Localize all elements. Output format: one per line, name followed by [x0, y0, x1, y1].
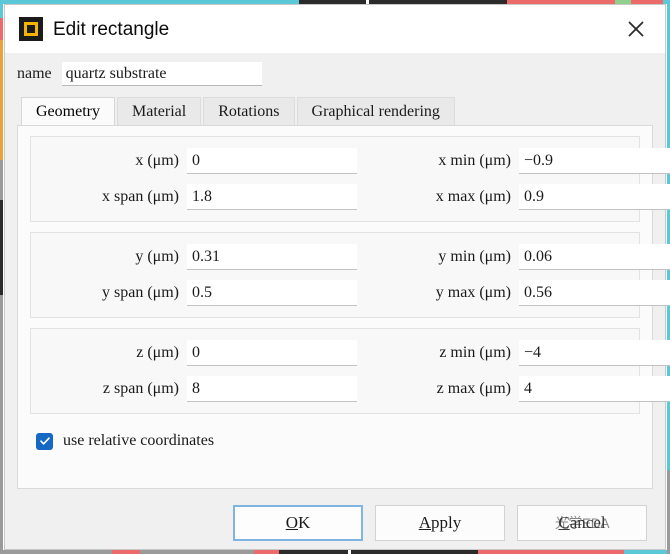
y-max-input[interactable]: [519, 280, 670, 306]
ok-label-rest: K: [298, 513, 311, 532]
dialog-title: Edit rectangle: [53, 18, 170, 40]
geometry-tab-panel: x (μm) x min (μm) x span (μm) x max (μm) y (…: [17, 125, 670, 489]
tab-label: Rotations: [218, 103, 280, 120]
field-cell-right: y max (μm): [369, 280, 670, 306]
tab-label: Material: [131, 103, 187, 120]
y-center-label: y (μm): [135, 248, 179, 265]
dialog-footer: OK Apply Cancel 光学EDA: [17, 497, 653, 549]
edge-segment: [623, 550, 670, 554]
field-cell-left: y span (μm): [39, 280, 369, 306]
check-icon: [39, 435, 51, 447]
field-row: y span (μm) y max (μm): [39, 275, 670, 311]
edge-artifact-left: [0, 0, 3, 554]
x-center-input[interactable]: [187, 148, 357, 174]
edge-segment: [111, 550, 141, 554]
edge-segment: [0, 40, 3, 160]
y-center-input[interactable]: [187, 244, 357, 270]
edge-artifact-bottom: [0, 550, 670, 554]
field-cell-right: x min (μm): [369, 148, 670, 174]
close-button[interactable]: [607, 5, 665, 53]
x-group: x (μm) x min (μm) x span (μm) x max (μm): [30, 136, 670, 222]
y-span-input[interactable]: [187, 280, 357, 306]
field-cell-left: y (μm): [39, 244, 369, 270]
dialog-titlebar: Edit rectangle: [5, 5, 665, 53]
y-min-input[interactable]: [519, 244, 670, 270]
edge-segment: [279, 550, 348, 554]
use-relative-coordinates-label: use relative coordinates: [63, 432, 215, 449]
field-cell-right: y min (μm): [369, 244, 670, 270]
apply-mnemonic: A: [418, 513, 432, 532]
rectangle-shape-icon: [19, 17, 43, 41]
field-cell-right: x max (μm): [369, 184, 670, 210]
z-span-input[interactable]: [187, 376, 357, 402]
field-row: y (μm) y min (μm): [39, 239, 670, 275]
tab-graphical-rendering[interactable]: Graphical rendering: [296, 97, 455, 125]
close-icon: [626, 19, 646, 39]
edge-segment: [0, 160, 3, 200]
ok-mnemonic: O: [285, 513, 298, 532]
use-relative-coordinates-row[interactable]: use relative coordinates: [30, 426, 640, 456]
apply-button[interactable]: Apply: [375, 505, 505, 541]
edge-segment: [347, 550, 351, 554]
edge-segment: [140, 550, 254, 554]
edge-segment: [0, 0, 3, 18]
z-min-label: z min (μm): [439, 344, 511, 361]
ok-button[interactable]: OK: [233, 505, 363, 541]
y-span-label: y span (μm): [101, 284, 179, 301]
field-cell-left: x (μm): [39, 148, 369, 174]
field-cell-left: x span (μm): [39, 184, 369, 210]
field-cell-left: z (μm): [39, 340, 369, 366]
name-row: name: [17, 53, 653, 95]
z-max-label: z max (μm): [436, 380, 511, 397]
y-min-label: y min (μm): [438, 248, 511, 265]
z-center-input[interactable]: [187, 340, 357, 366]
cancel-mnemonic: C: [558, 513, 570, 532]
geometry-groups: x (μm) x min (μm) x span (μm) x max (μm) y (…: [30, 136, 670, 424]
x-center-label: x (μm): [135, 152, 179, 169]
name-label: name: [17, 65, 52, 82]
name-input[interactable]: [61, 62, 262, 86]
z-group: z (μm) z min (μm) z span (μm) z max (μm): [30, 328, 670, 414]
y-max-label: y max (μm): [435, 284, 511, 301]
x-max-label: x max (μm): [435, 188, 511, 205]
field-cell-right: z min (μm): [369, 340, 670, 366]
cancel-button[interactable]: Cancel 光学EDA: [517, 505, 647, 541]
x-span-label: x span (μm): [101, 188, 179, 205]
tab-bar: Geometry Material Rotations Graphical rende…: [21, 95, 653, 125]
edge-segment: [477, 550, 624, 554]
x-min-input[interactable]: [519, 148, 670, 174]
x-max-input[interactable]: [519, 184, 670, 210]
edit-rectangle-dialog: Edit rectangle name Geometry Material Rota…: [4, 4, 670, 550]
field-row: z (μm) z min (μm): [39, 335, 670, 371]
tab-label: Graphical rendering: [311, 103, 440, 120]
field-row: z span (μm) z max (μm): [39, 371, 670, 407]
edge-segment: [350, 550, 478, 554]
cancel-label-rest: ancel: [569, 513, 606, 532]
y-group: y (μm) y min (μm) y span (μm) y max (μm): [30, 232, 670, 318]
edge-segment: [0, 18, 3, 40]
use-relative-coordinates-checkbox[interactable]: [36, 432, 53, 450]
edge-segment: [0, 295, 3, 554]
x-min-label: x min (μm): [438, 152, 511, 169]
field-row: x (μm) x min (μm): [39, 143, 670, 179]
edge-segment: [0, 550, 112, 554]
tab-material[interactable]: Material: [116, 97, 202, 125]
field-cell-right: z max (μm): [369, 376, 670, 402]
apply-label-rest: pply: [431, 513, 462, 532]
screenshot-root: Edit rectangle name Geometry Material Rota…: [0, 0, 670, 554]
x-span-input[interactable]: [187, 184, 357, 210]
dialog-body: name Geometry Material Rotations Graphical …: [5, 53, 670, 549]
z-min-input[interactable]: [519, 340, 670, 366]
edge-segment: [0, 200, 3, 295]
field-cell-left: z span (μm): [39, 376, 369, 402]
tab-rotations[interactable]: Rotations: [203, 97, 295, 125]
tab-geometry[interactable]: Geometry: [21, 97, 115, 125]
z-span-label: z span (μm): [102, 380, 179, 397]
edge-segment: [253, 550, 280, 554]
z-max-input[interactable]: [519, 376, 670, 402]
field-row: x span (μm) x max (μm): [39, 179, 670, 215]
tab-label: Geometry: [36, 103, 100, 120]
z-center-label: z (μm): [136, 344, 179, 361]
